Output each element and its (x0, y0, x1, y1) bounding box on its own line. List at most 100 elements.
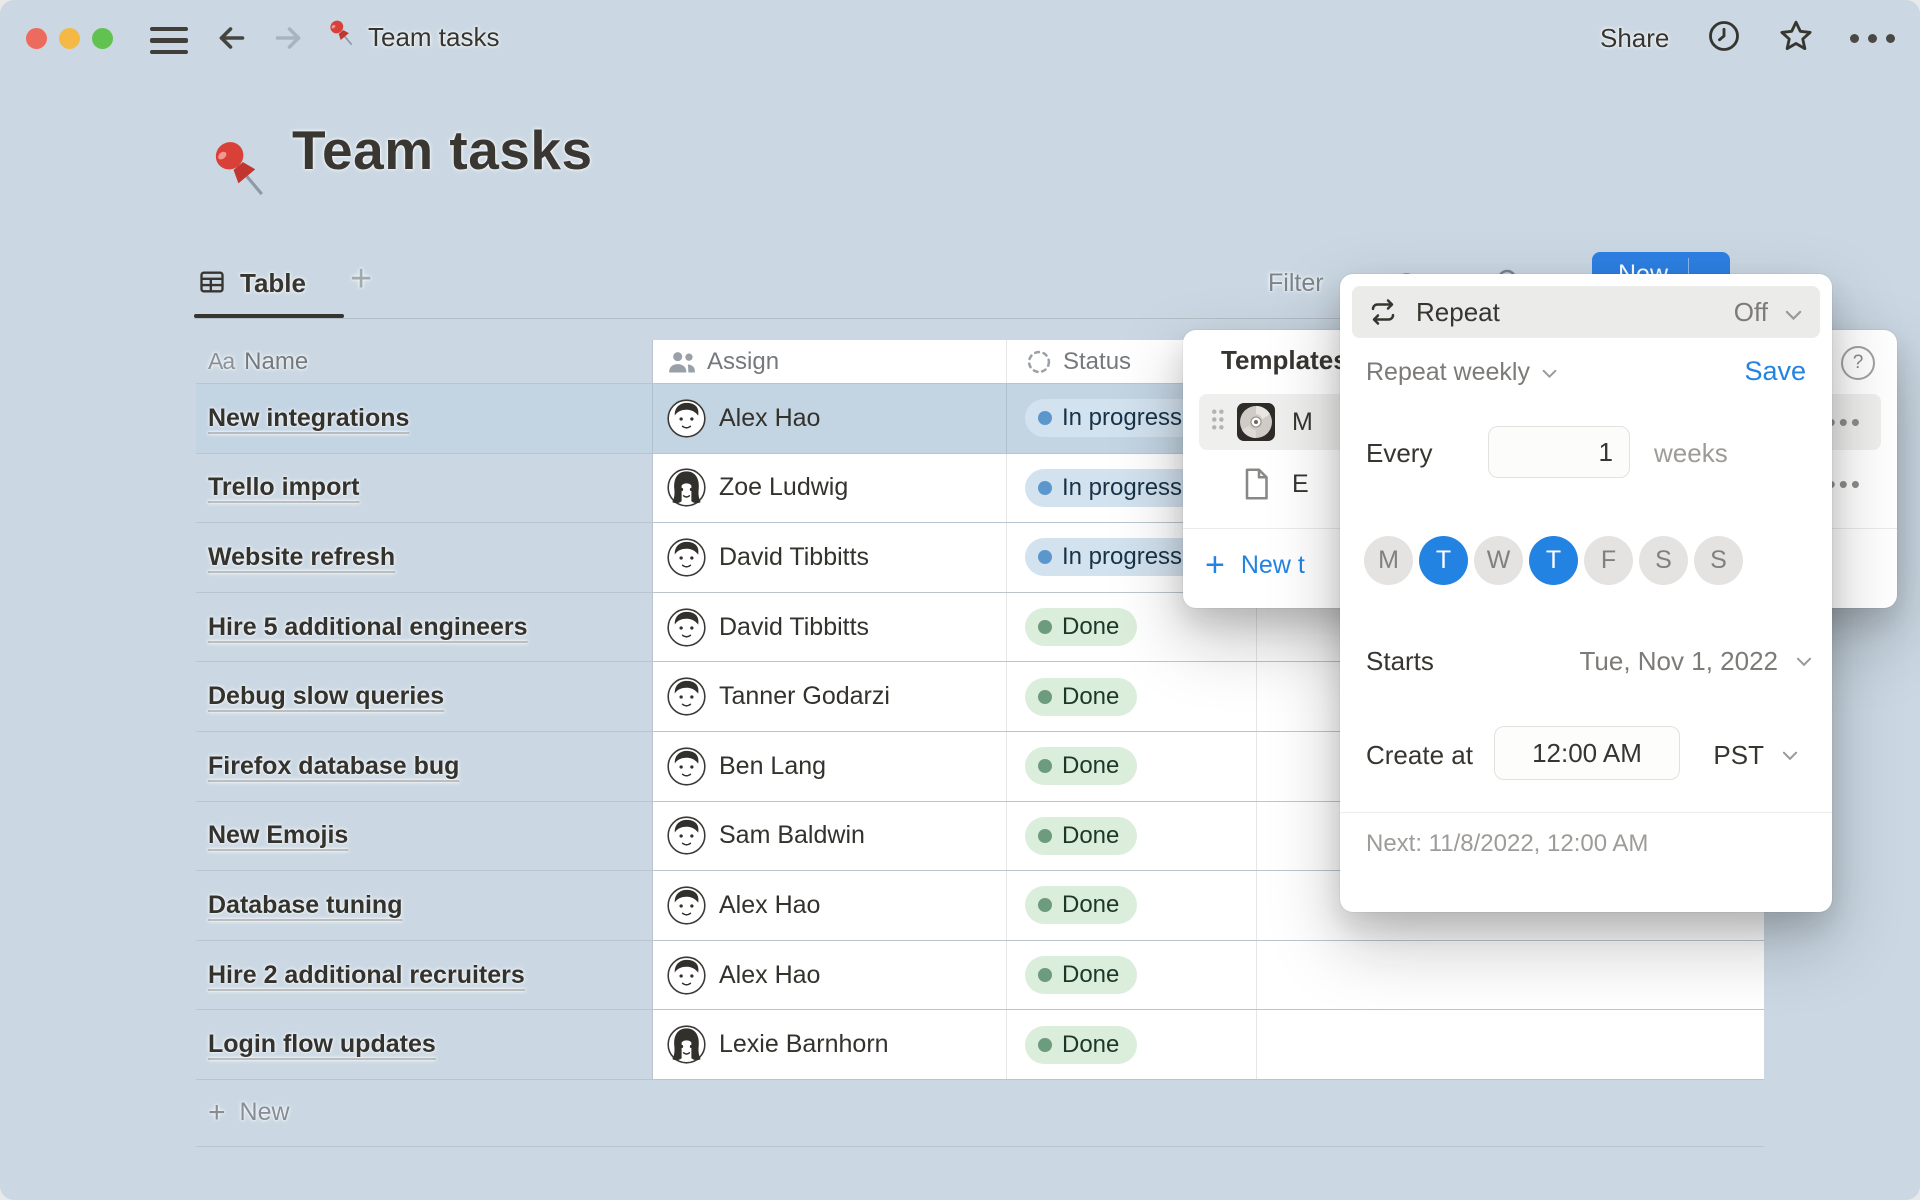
task-name: Database tuning (208, 891, 402, 920)
create-at-time-input[interactable]: 12:00 AM (1494, 726, 1680, 780)
assignee-cell[interactable]: David Tibbitts (653, 593, 1007, 662)
assignee-cell[interactable]: Tanner Godarzi (653, 662, 1007, 731)
status-cell[interactable]: Done (1007, 802, 1257, 871)
avatar (667, 956, 706, 995)
table-row: Hire 2 additional recruiters Alex Hao Do… (196, 941, 1764, 1011)
status-dot-icon (1038, 829, 1052, 843)
task-name-cell[interactable]: Hire 5 additional engineers (196, 593, 653, 662)
task-name-cell[interactable]: Trello import (196, 454, 653, 523)
status-badge: In progress (1025, 538, 1200, 576)
new-row-button[interactable]: + New (196, 1080, 1764, 1147)
page-title[interactable]: Team tasks (292, 118, 593, 182)
plus-icon: + (208, 1096, 226, 1130)
task-name-cell[interactable]: Login flow updates (196, 1010, 653, 1079)
template-label: M (1292, 408, 1313, 437)
day-toggle-m[interactable]: M (1364, 536, 1413, 585)
status-badge: Done (1025, 956, 1137, 994)
active-tab-indicator (194, 314, 344, 318)
day-toggle-t[interactable]: T (1419, 536, 1468, 585)
share-button[interactable]: Share (1600, 23, 1669, 54)
status-cell[interactable]: Done (1007, 732, 1257, 801)
repeat-off-value[interactable]: Off (1734, 297, 1768, 328)
frequency-dropdown[interactable]: Repeat weekly (1366, 358, 1557, 387)
starts-date-value[interactable]: Tue, Nov 1, 2022 (1580, 646, 1779, 677)
minimize-window-button[interactable] (59, 28, 80, 49)
assignee-cell[interactable]: Alex Hao (653, 941, 1007, 1010)
assignee-cell[interactable]: Alex Hao (653, 871, 1007, 940)
day-toggle-w[interactable]: W (1474, 536, 1523, 585)
updates-clock-icon[interactable] (1706, 18, 1742, 54)
plus-icon: + (1205, 546, 1225, 585)
day-toggle-s[interactable]: S (1639, 536, 1688, 585)
assignee-cell[interactable]: Alex Hao (653, 384, 1007, 453)
status-badge: In progress (1025, 399, 1200, 437)
status-badge: Done (1025, 886, 1137, 924)
day-toggle-t[interactable]: T (1529, 536, 1578, 585)
more-icon[interactable] (1850, 34, 1895, 43)
task-name-cell[interactable]: Debug slow queries (196, 662, 653, 731)
status-cell[interactable]: Done (1007, 871, 1257, 940)
chevron-down-icon (1782, 748, 1798, 766)
favorite-star-icon[interactable] (1778, 18, 1814, 54)
task-name-cell[interactable]: Firefox database bug (196, 732, 653, 801)
new-row-label: New (240, 1098, 290, 1127)
task-name-cell[interactable]: New integrations (196, 384, 653, 453)
status-label: Done (1062, 683, 1119, 711)
table-row: Login flow updates Lexie Barnhorn Done (196, 1010, 1764, 1080)
status-cell[interactable]: Done (1007, 662, 1257, 731)
task-name-cell[interactable]: New Emojis (196, 802, 653, 871)
assignee-cell[interactable]: David Tibbitts (653, 523, 1007, 592)
assignee-name: Zoe Ludwig (719, 473, 848, 502)
empty-cell[interactable] (1257, 941, 1764, 1010)
assignee-name: David Tibbitts (719, 543, 869, 572)
help-icon[interactable]: ? (1841, 346, 1875, 380)
every-value-input[interactable]: 1 (1488, 426, 1630, 478)
assignee-cell[interactable]: Ben Lang (653, 732, 1007, 801)
avatar (667, 677, 706, 716)
task-name-cell[interactable]: Hire 2 additional recruiters (196, 941, 653, 1010)
chevron-down-icon (1542, 366, 1557, 384)
tab-table[interactable]: Table (240, 268, 306, 299)
filter-button[interactable]: Filter (1268, 269, 1324, 298)
assignee-cell[interactable]: Sam Baldwin (653, 802, 1007, 871)
status-badge: In progress (1025, 469, 1200, 507)
page-icon-pushpin[interactable] (200, 128, 278, 206)
window-title: Team tasks (368, 22, 500, 53)
drag-handle-icon[interactable] (1211, 409, 1224, 435)
avatar (667, 608, 706, 647)
forward-icon[interactable] (270, 20, 306, 56)
repeat-menu-item[interactable]: Repeat Off (1352, 286, 1820, 338)
status-cell[interactable]: Done (1007, 941, 1257, 1010)
add-view-button[interactable]: + (350, 258, 372, 301)
zoom-window-button[interactable] (92, 28, 113, 49)
template-more-icon[interactable]: ••• (1827, 407, 1863, 438)
save-button[interactable]: Save (1744, 356, 1806, 387)
starts-label: Starts (1366, 646, 1434, 677)
template-more-icon[interactable]: ••• (1827, 469, 1863, 500)
assignee-name: Ben Lang (719, 752, 826, 781)
empty-cell[interactable] (1257, 1010, 1764, 1079)
new-template-button[interactable]: + New t (1205, 546, 1305, 585)
day-toggle-s[interactable]: S (1694, 536, 1743, 585)
assignee-cell[interactable]: Zoe Ludwig (653, 454, 1007, 523)
avatar (667, 538, 706, 577)
status-dot-icon (1038, 411, 1052, 425)
templates-title: Templates (1221, 345, 1348, 376)
status-dot-icon (1038, 898, 1052, 912)
back-icon[interactable] (214, 20, 250, 56)
column-header-name[interactable]: Aa Name (196, 340, 653, 383)
status-cell[interactable]: Done (1007, 1010, 1257, 1079)
assignee-cell[interactable]: Lexie Barnhorn (653, 1010, 1007, 1079)
day-toggle-f[interactable]: F (1584, 536, 1633, 585)
task-name: Login flow updates (208, 1030, 436, 1059)
template-label: E (1292, 470, 1309, 499)
sidebar-toggle-icon[interactable] (150, 27, 188, 54)
timezone-value[interactable]: PST (1713, 740, 1764, 771)
next-occurrence-label: Next: 11/8/2022, 12:00 AM (1366, 830, 1648, 858)
task-name-cell[interactable]: Database tuning (196, 871, 653, 940)
task-name-cell[interactable]: Website refresh (196, 523, 653, 592)
close-window-button[interactable] (26, 28, 47, 49)
assignee-name: Alex Hao (719, 961, 820, 990)
column-header-assign[interactable]: Assign (653, 340, 1007, 383)
every-unit-label: weeks (1654, 438, 1728, 469)
